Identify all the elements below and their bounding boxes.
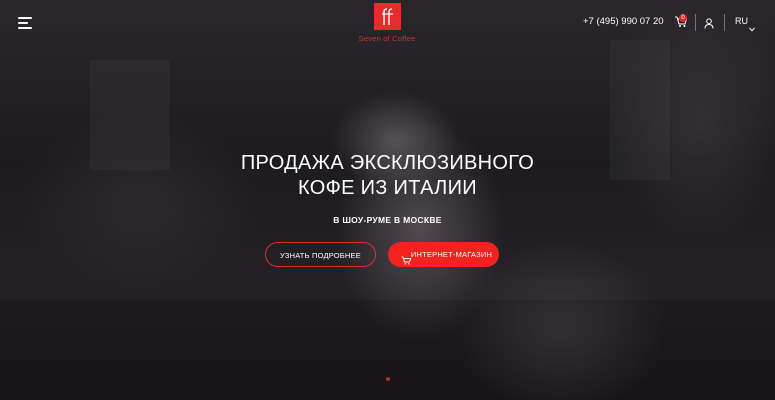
hero-title-line: ПРОДАЖА ЭКСКЛЮЗИВНОГО	[240, 152, 535, 174]
logo-ff-icon	[381, 8, 393, 25]
online-shop-label: ИНТЕРНЕТ-МАГАЗИН	[410, 250, 493, 259]
cart-count-badge: 0	[679, 14, 687, 22]
header-divider	[695, 14, 696, 31]
menu-icon-line	[18, 27, 32, 29]
menu-button[interactable]	[18, 17, 32, 29]
logo-mark	[373, 3, 401, 30]
background-shape	[0, 300, 775, 400]
hero-title-line: КОФЕ ИЗ ИТАЛИИ	[298, 177, 477, 199]
hero-section: Seven of Coffee +7 (495) 990 07 20 0 RU	[0, 0, 775, 400]
menu-icon-line	[18, 22, 28, 24]
scroll-indicator[interactable]	[386, 377, 390, 381]
site-header: Seven of Coffee +7 (495) 990 07 20 0 RU	[0, 0, 775, 48]
learn-more-label: УЗНАТЬ ПОДРОБНЕЕ	[280, 251, 361, 260]
menu-icon-line	[18, 17, 32, 19]
header-divider	[724, 14, 725, 31]
phone-link[interactable]: +7 (495) 990 07 20	[583, 16, 664, 27]
chevron-down-icon[interactable]	[749, 19, 755, 32]
cart-icon	[401, 250, 412, 265]
hero-title: ПРОДАЖА ЭКСКЛЮЗИВНОГО КОФЕ ИЗ ИТАЛИИ	[0, 151, 775, 201]
language-selector[interactable]: RU	[735, 16, 748, 26]
user-icon	[704, 18, 714, 29]
online-shop-button[interactable]: ИНТЕРНЕТ-МАГАЗИН	[388, 242, 499, 267]
logo[interactable]: Seven of Coffee	[355, 3, 419, 47]
learn-more-button[interactable]: УЗНАТЬ ПОДРОБНЕЕ	[265, 242, 376, 267]
logo-text: Seven of Coffee	[358, 34, 416, 43]
hero-subtitle: В ШОУ-РУМЕ В МОСКВЕ	[333, 215, 442, 225]
account-button[interactable]	[704, 16, 716, 29]
